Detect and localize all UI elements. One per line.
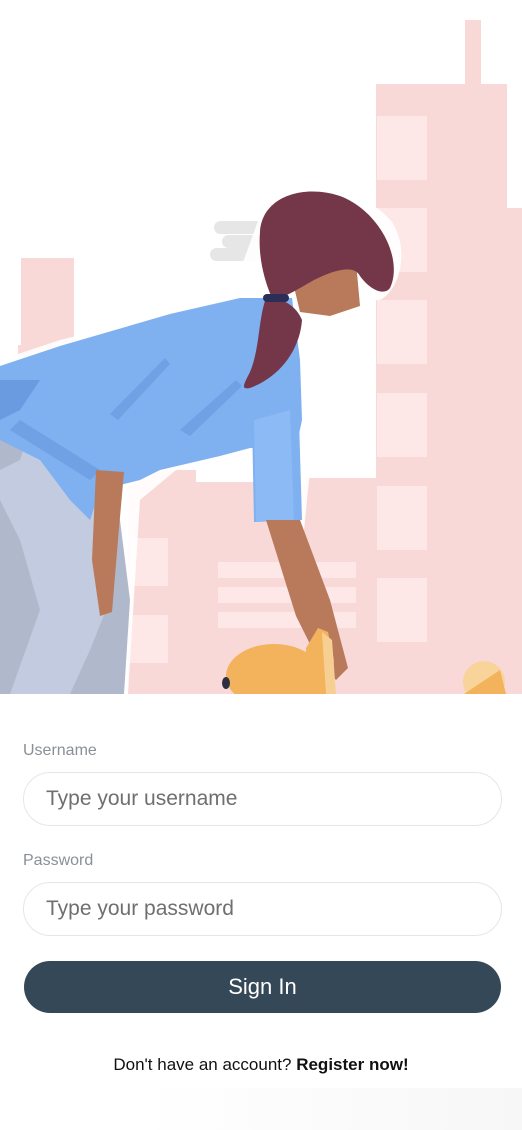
password-input[interactable] xyxy=(23,882,502,936)
register-link[interactable]: Register now! xyxy=(296,1055,408,1074)
register-prompt-line: Don't have an account? Register now! xyxy=(0,1055,522,1075)
login-form: Username Password Sign In Don't have an … xyxy=(0,694,522,1130)
username-label: Username xyxy=(23,742,97,759)
sign-in-button[interactable]: Sign In xyxy=(24,961,501,1013)
password-label: Password xyxy=(23,852,94,869)
hero-illustration xyxy=(0,0,522,694)
woman-petting-dog-illustration xyxy=(0,20,522,694)
login-screen: Username Password Sign In Don't have an … xyxy=(0,0,522,1130)
username-input[interactable] xyxy=(23,772,502,826)
bottom-fade xyxy=(140,1088,522,1130)
register-prompt-text: Don't have an account? xyxy=(113,1055,292,1074)
